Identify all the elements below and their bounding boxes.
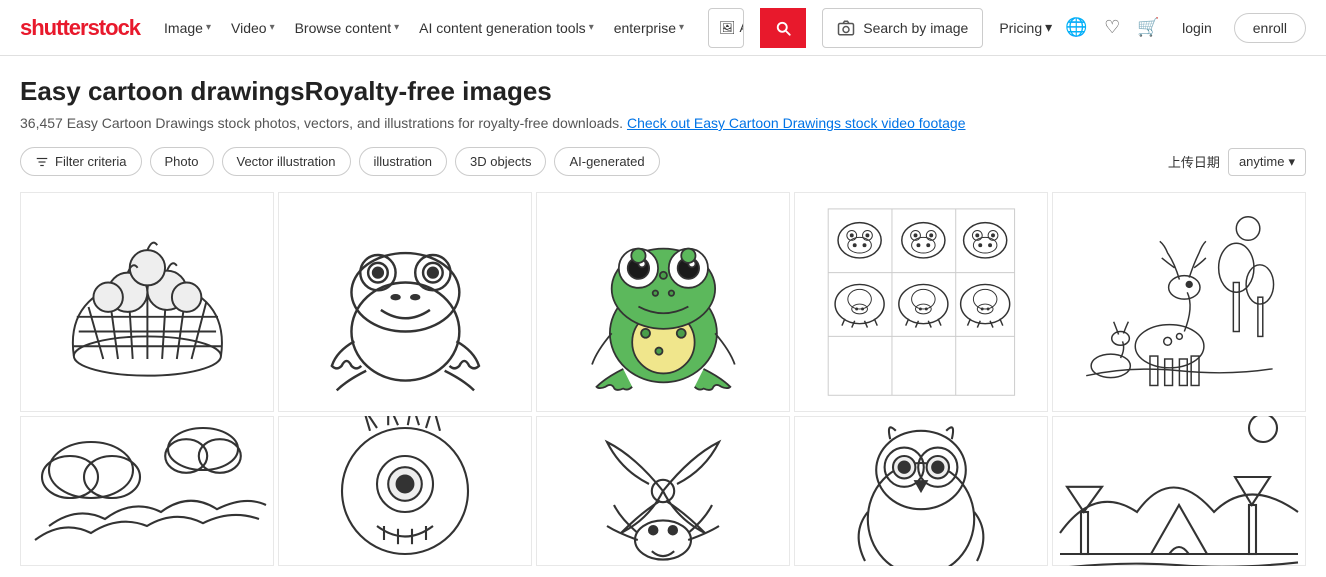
search-type-selector[interactable]: 🖼 All images ▾ xyxy=(709,9,744,47)
filter-tag-illustration[interactable]: illustration xyxy=(359,147,448,176)
filter-tag-vector[interactable]: Vector illustration xyxy=(222,147,351,176)
chevron-down-icon: ▾ xyxy=(270,22,275,33)
green-frog-image xyxy=(550,204,777,400)
image-cell-6[interactable] xyxy=(20,416,274,566)
subtitle-link[interactable]: Check out Easy Cartoon Drawings stock vi… xyxy=(627,115,966,131)
nav-image[interactable]: Image ▾ xyxy=(156,14,219,42)
nav-ai-tools[interactable]: AI content generation tools ▾ xyxy=(411,14,602,42)
header-right: Pricing ▾ 🌐 ♡ 🛒 login enroll xyxy=(999,13,1306,43)
chevron-down-icon: ▾ xyxy=(589,22,594,33)
header: shutterstock Image ▾ Video ▾ Browse cont… xyxy=(0,0,1326,56)
image-cell-5[interactable] xyxy=(1052,192,1306,412)
filter-bar: Filter criteria Photo Vector illustratio… xyxy=(20,147,1306,176)
fruit-basket-image xyxy=(34,204,261,400)
cloud-scene-image xyxy=(21,416,273,566)
logo[interactable]: shutterstock xyxy=(20,15,140,41)
filter-icon xyxy=(35,155,49,169)
globe-icon[interactable]: 🌐 xyxy=(1064,16,1088,40)
cart-icon[interactable]: 🛒 xyxy=(1136,16,1160,40)
image-cell-9[interactable] xyxy=(794,416,1048,566)
main-nav: Image ▾ Video ▾ Browse content ▾ AI cont… xyxy=(156,14,692,42)
filter-tag-photo[interactable]: Photo xyxy=(150,147,214,176)
frog-outline-image xyxy=(292,204,519,400)
image-cell-8[interactable] xyxy=(536,416,790,566)
image-cell-1[interactable] xyxy=(20,192,274,412)
image-cell-2[interactable] xyxy=(278,192,532,412)
image-cell-4[interactable] xyxy=(794,192,1048,412)
chevron-down-icon: ▾ xyxy=(394,22,399,33)
filter-tag-ai[interactable]: AI-generated xyxy=(554,147,659,176)
pig-grid-image xyxy=(808,204,1035,400)
image-cell-10[interactable] xyxy=(1052,416,1306,566)
image-grid xyxy=(20,192,1306,566)
page-subtitle: 36,457 Easy Cartoon Drawings stock photo… xyxy=(20,115,1306,131)
monster-image xyxy=(279,416,531,566)
filter-criteria-button[interactable]: Filter criteria xyxy=(20,147,142,176)
deer-scene-image xyxy=(1066,204,1293,400)
favorites-icon[interactable]: ♡ xyxy=(1100,16,1124,40)
nav-video[interactable]: Video ▾ xyxy=(223,14,283,42)
login-button[interactable]: login xyxy=(1172,14,1222,42)
crab-leaves-image xyxy=(537,416,789,566)
filter-left: Filter criteria Photo Vector illustratio… xyxy=(20,147,660,176)
nav-browse-content[interactable]: Browse content ▾ xyxy=(287,14,408,42)
date-selector[interactable]: anytime ▾ xyxy=(1228,148,1306,176)
camera-icon xyxy=(837,19,855,37)
filter-tag-3d[interactable]: 3D objects xyxy=(455,147,546,176)
owl-image xyxy=(795,416,1047,566)
nav-enterprise[interactable]: enterprise ▾ xyxy=(606,14,692,42)
search-icon xyxy=(774,19,792,37)
page-title: Easy cartoon drawingsRoyalty-free images xyxy=(20,76,1306,107)
enroll-button[interactable]: enroll xyxy=(1234,13,1306,43)
chevron-down-icon: ▾ xyxy=(1045,19,1052,36)
filter-right: 上传日期 anytime ▾ xyxy=(1168,148,1306,176)
chevron-down-icon: ▾ xyxy=(1288,154,1295,170)
main-content: Easy cartoon drawingsRoyalty-free images… xyxy=(0,56,1326,566)
search-button[interactable] xyxy=(760,8,806,48)
search-bar: 🖼 All images ▾ × xyxy=(708,8,744,48)
image-cell-3[interactable] xyxy=(536,192,790,412)
landscape-image xyxy=(1053,416,1305,566)
image-cell-7[interactable] xyxy=(278,416,532,566)
chevron-down-icon: ▾ xyxy=(679,22,684,33)
pricing-link[interactable]: Pricing ▾ xyxy=(999,19,1052,36)
search-by-image-button[interactable]: Search by image xyxy=(822,8,983,48)
chevron-down-icon: ▾ xyxy=(206,22,211,33)
